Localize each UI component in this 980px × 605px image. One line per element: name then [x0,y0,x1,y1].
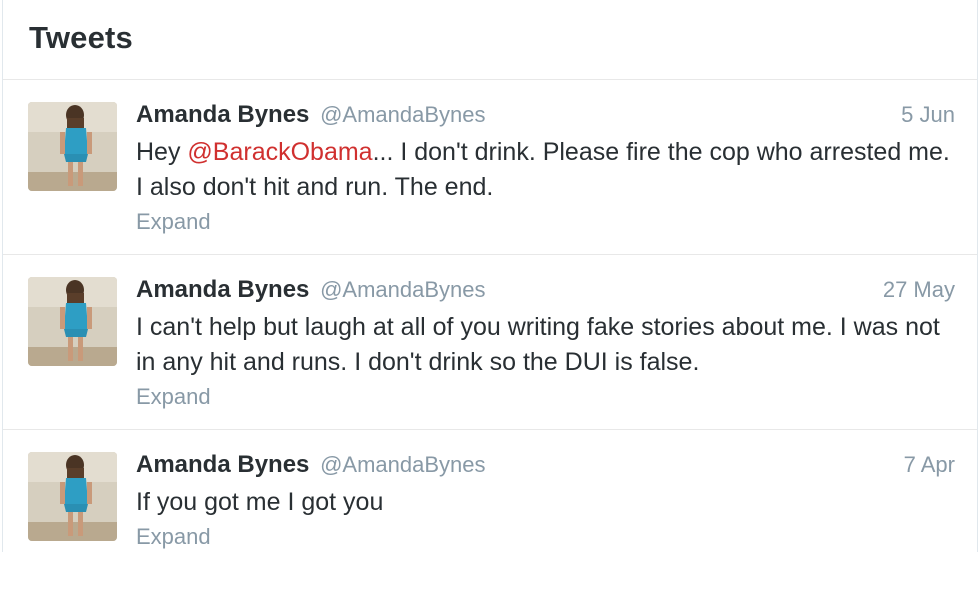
tweet-header: Amanda Bynes @AmandaBynes 27 May [136,275,955,307]
tweet-fullname[interactable]: Amanda Bynes [136,276,309,303]
tweet-screen-name[interactable]: @AmandaBynes [320,102,485,127]
tweet-item[interactable]: Amanda Bynes @AmandaBynes 7 Apr If you g… [3,430,977,605]
avatar-photo-icon [28,452,117,541]
tweets-header: Tweets [3,0,977,80]
tweet-header: Amanda Bynes @AmandaBynes 5 Jun [136,100,955,132]
tweet-header: Amanda Bynes @AmandaBynes 7 Apr [136,450,955,482]
expand-link[interactable]: Expand [136,382,211,412]
tweet-content: Amanda Bynes @AmandaBynes 7 Apr If you g… [136,450,955,552]
avatar[interactable] [28,452,117,541]
tweet-screen-name[interactable]: @AmandaBynes [320,452,485,477]
tweet-timestamp[interactable]: 5 Jun [901,100,955,130]
tweet-fullname[interactable]: Amanda Bynes [136,101,309,128]
tweet-screen-name[interactable]: @AmandaBynes [320,277,485,302]
tweet-item[interactable]: Amanda Bynes @AmandaBynes 27 May I can't… [3,255,977,430]
tweet-fullname[interactable]: Amanda Bynes [136,451,309,478]
tweet-text: I can't help but laugh at all of you wri… [136,313,940,376]
tweet-content: Amanda Bynes @AmandaBynes 27 May I can't… [136,275,955,412]
tweet-item[interactable]: Amanda Bynes @AmandaBynes 5 Jun Hey @Bar… [3,80,977,255]
avatar-photo-icon [28,102,117,191]
tweet-text: If you got me I got you [136,488,384,516]
avatar[interactable] [28,102,117,191]
tweet-timestamp[interactable]: 27 May [883,275,955,305]
tweet-content: Amanda Bynes @AmandaBynes 5 Jun Hey @Bar… [136,100,955,237]
tweet-timestamp[interactable]: 7 Apr [904,450,955,480]
tweet-text-before: Hey [136,138,188,166]
expand-link[interactable]: Expand [136,207,211,237]
tweets-panel: Tweets Amanda Bynes @AmandaBynes 5 Jun H… [2,0,978,605]
avatar-photo-icon [28,277,117,366]
avatar[interactable] [28,277,117,366]
tweet-text: Hey @BarackObama... I don't drink. Pleas… [136,135,955,205]
mention-link[interactable]: @BarackObama [187,138,372,166]
page-title: Tweets [29,20,133,55]
expand-link[interactable]: Expand [136,522,211,552]
